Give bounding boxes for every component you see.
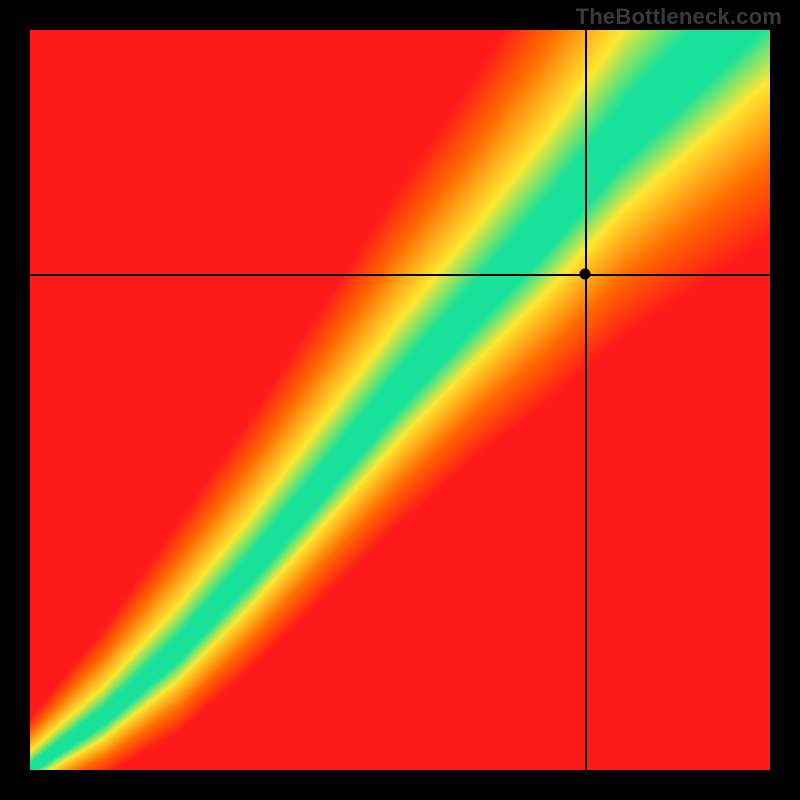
- crosshair-horizontal: [30, 274, 770, 276]
- heatmap-canvas: [30, 30, 770, 770]
- heatmap-plot: [30, 30, 770, 770]
- marker-point: [580, 269, 591, 280]
- crosshair-vertical: [585, 30, 587, 770]
- chart-frame: TheBottleneck.com: [0, 0, 800, 800]
- watermark-text: TheBottleneck.com: [576, 4, 782, 30]
